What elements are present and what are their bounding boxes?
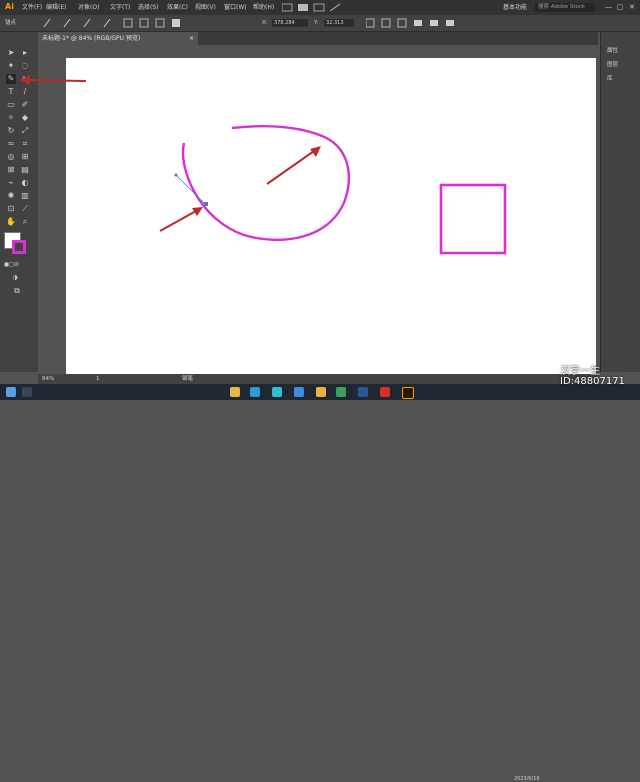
- document-tab[interactable]: 未标题-1* @ 84% (RGB/GPU 预览) ×: [38, 32, 198, 45]
- perspective-grid-tool-icon[interactable]: ⊞: [20, 152, 30, 162]
- layers-panel-tab[interactable]: 图层: [607, 60, 618, 68]
- symbol-sprayer-tool-icon[interactable]: ✺: [6, 191, 16, 201]
- taskbar-app-icon-2[interactable]: [272, 387, 282, 397]
- artboard-number[interactable]: 1: [96, 374, 100, 384]
- word-icon[interactable]: [358, 387, 368, 397]
- workspace-switcher[interactable]: 基本功能: [503, 0, 527, 15]
- properties-panel-tab[interactable]: 属性: [607, 46, 618, 54]
- y-position-input[interactable]: 32.313: [324, 19, 354, 27]
- x-label: X:: [262, 20, 268, 26]
- lasso-tool-icon[interactable]: ◌: [20, 61, 30, 71]
- width-tool-icon[interactable]: ≈: [6, 139, 16, 149]
- menu-help[interactable]: 帮助(H): [253, 0, 274, 15]
- color-mode-icons[interactable]: ◼◻⊘: [4, 260, 19, 270]
- pen-tool-icon[interactable]: ✎: [6, 74, 16, 84]
- zoom-level[interactable]: 84%: [42, 374, 54, 384]
- rectangle-tool-icon[interactable]: ▭: [6, 100, 16, 110]
- gradient-tool-icon[interactable]: ▤: [20, 165, 30, 175]
- windows-start-icon[interactable]: [6, 387, 16, 397]
- taskbar-search-icon[interactable]: [22, 387, 32, 397]
- menu-toolbar-icons[interactable]: [282, 3, 362, 12]
- hand-tool-icon[interactable]: ✋: [6, 217, 16, 227]
- artboard[interactable]: [66, 58, 596, 376]
- align-icons[interactable]: [366, 18, 486, 28]
- menu-type[interactable]: 文字(T): [110, 0, 130, 15]
- windows-taskbar: 2023/6/16: [0, 384, 640, 782]
- app-logo: Ai: [5, 2, 14, 11]
- zoom-tool-icon[interactable]: ⌕: [20, 217, 30, 227]
- menu-bar: Ai 文件(F) 编辑(E) 对象(O) 文字(T) 选择(S) 效果(C) 视…: [0, 0, 640, 15]
- menu-effect[interactable]: 效果(C): [167, 0, 188, 15]
- free-transform-tool-icon[interactable]: ⌗: [20, 139, 30, 149]
- current-tool-status: 钢笔: [182, 376, 194, 382]
- slice-tool-icon[interactable]: ⟋: [20, 204, 30, 214]
- screen-mode-icon[interactable]: ⧉: [12, 286, 22, 296]
- anchor-convert-icons[interactable]: [40, 18, 200, 28]
- control-label-anchor: 锚点: [5, 20, 17, 26]
- magic-wand-tool-icon[interactable]: ✦: [6, 61, 16, 71]
- right-panel: 属性 图层 库: [600, 32, 640, 372]
- close-button[interactable]: ✕: [629, 0, 635, 15]
- shaper-tool-icon[interactable]: ✧: [6, 113, 16, 123]
- watermark-id: ID:48807171: [560, 376, 625, 387]
- taskbar-app-icon-3[interactable]: [294, 387, 304, 397]
- menu-view[interactable]: 视图(V): [195, 0, 216, 15]
- blend-tool-icon[interactable]: ◐: [20, 178, 30, 188]
- chrome-icon[interactable]: [316, 387, 326, 397]
- menu-window[interactable]: 窗口(W): [224, 0, 247, 15]
- y-label: Y:: [314, 20, 319, 26]
- document-tab-label: 未标题-1* @ 84% (RGB/GPU 预览): [42, 35, 141, 42]
- curvature-tool-icon[interactable]: ∿: [20, 74, 30, 84]
- menu-edit[interactable]: 编辑(E): [46, 0, 66, 15]
- taskbar-date: 2023/6/16: [514, 776, 540, 782]
- document-tab-bar: 未标题-1* @ 84% (RGB/GPU 预览) ×: [38, 32, 598, 45]
- tools-panel: ➤ ▸ ✦ ◌ ✎ ∿ T / ▭ ✐ ✧ ◆ ↻ ⤢ ≈ ⌗ ◎ ⊞ ⊠ ▤ …: [0, 32, 38, 372]
- file-explorer-icon[interactable]: [230, 387, 240, 397]
- illustrator-taskbar-icon[interactable]: [402, 387, 414, 399]
- watermark-text: 汉字一生: [560, 366, 600, 377]
- artboard-tool-icon[interactable]: ⊡: [6, 204, 16, 214]
- scale-tool-icon[interactable]: ⤢: [20, 126, 30, 136]
- minimize-button[interactable]: —: [605, 0, 612, 15]
- draw-mode-icon[interactable]: ◑: [10, 273, 20, 283]
- menu-object[interactable]: 对象(O): [78, 0, 99, 15]
- tab-close-icon[interactable]: ×: [189, 32, 194, 45]
- paintbrush-tool-icon[interactable]: ✐: [20, 100, 30, 110]
- x-position-input[interactable]: 378.284: [272, 19, 308, 27]
- shape-builder-tool-icon[interactable]: ◎: [6, 152, 16, 162]
- wps-icon[interactable]: [380, 387, 390, 397]
- taskbar-app-icon[interactable]: [250, 387, 260, 397]
- selection-tool-icon[interactable]: ➤: [6, 48, 16, 58]
- column-graph-tool-icon[interactable]: ▥: [20, 191, 30, 201]
- menu-select[interactable]: 选择(S): [138, 0, 159, 15]
- type-tool-icon[interactable]: T: [6, 87, 16, 97]
- line-tool-icon[interactable]: /: [20, 87, 30, 97]
- menu-file[interactable]: 文件(F): [22, 0, 42, 15]
- eyedropper-tool-icon[interactable]: ⌁: [6, 178, 16, 188]
- mesh-tool-icon[interactable]: ⊠: [6, 165, 16, 175]
- maximize-button[interactable]: ▢: [617, 0, 624, 15]
- direct-selection-tool-icon[interactable]: ▸: [20, 48, 30, 58]
- eraser-tool-icon[interactable]: ◆: [20, 113, 30, 123]
- search-stock-input[interactable]: 搜索 Adobe Stock: [535, 3, 595, 12]
- stroke-swatch[interactable]: [12, 240, 26, 254]
- edge-icon[interactable]: [336, 387, 346, 397]
- control-bar: 锚点 X: 378.284 Y: 32.313: [0, 15, 640, 32]
- status-bar: 84% 1 钢笔: [38, 374, 598, 384]
- libraries-panel-tab[interactable]: 库: [607, 74, 613, 82]
- rotate-tool-icon[interactable]: ↻: [6, 126, 16, 136]
